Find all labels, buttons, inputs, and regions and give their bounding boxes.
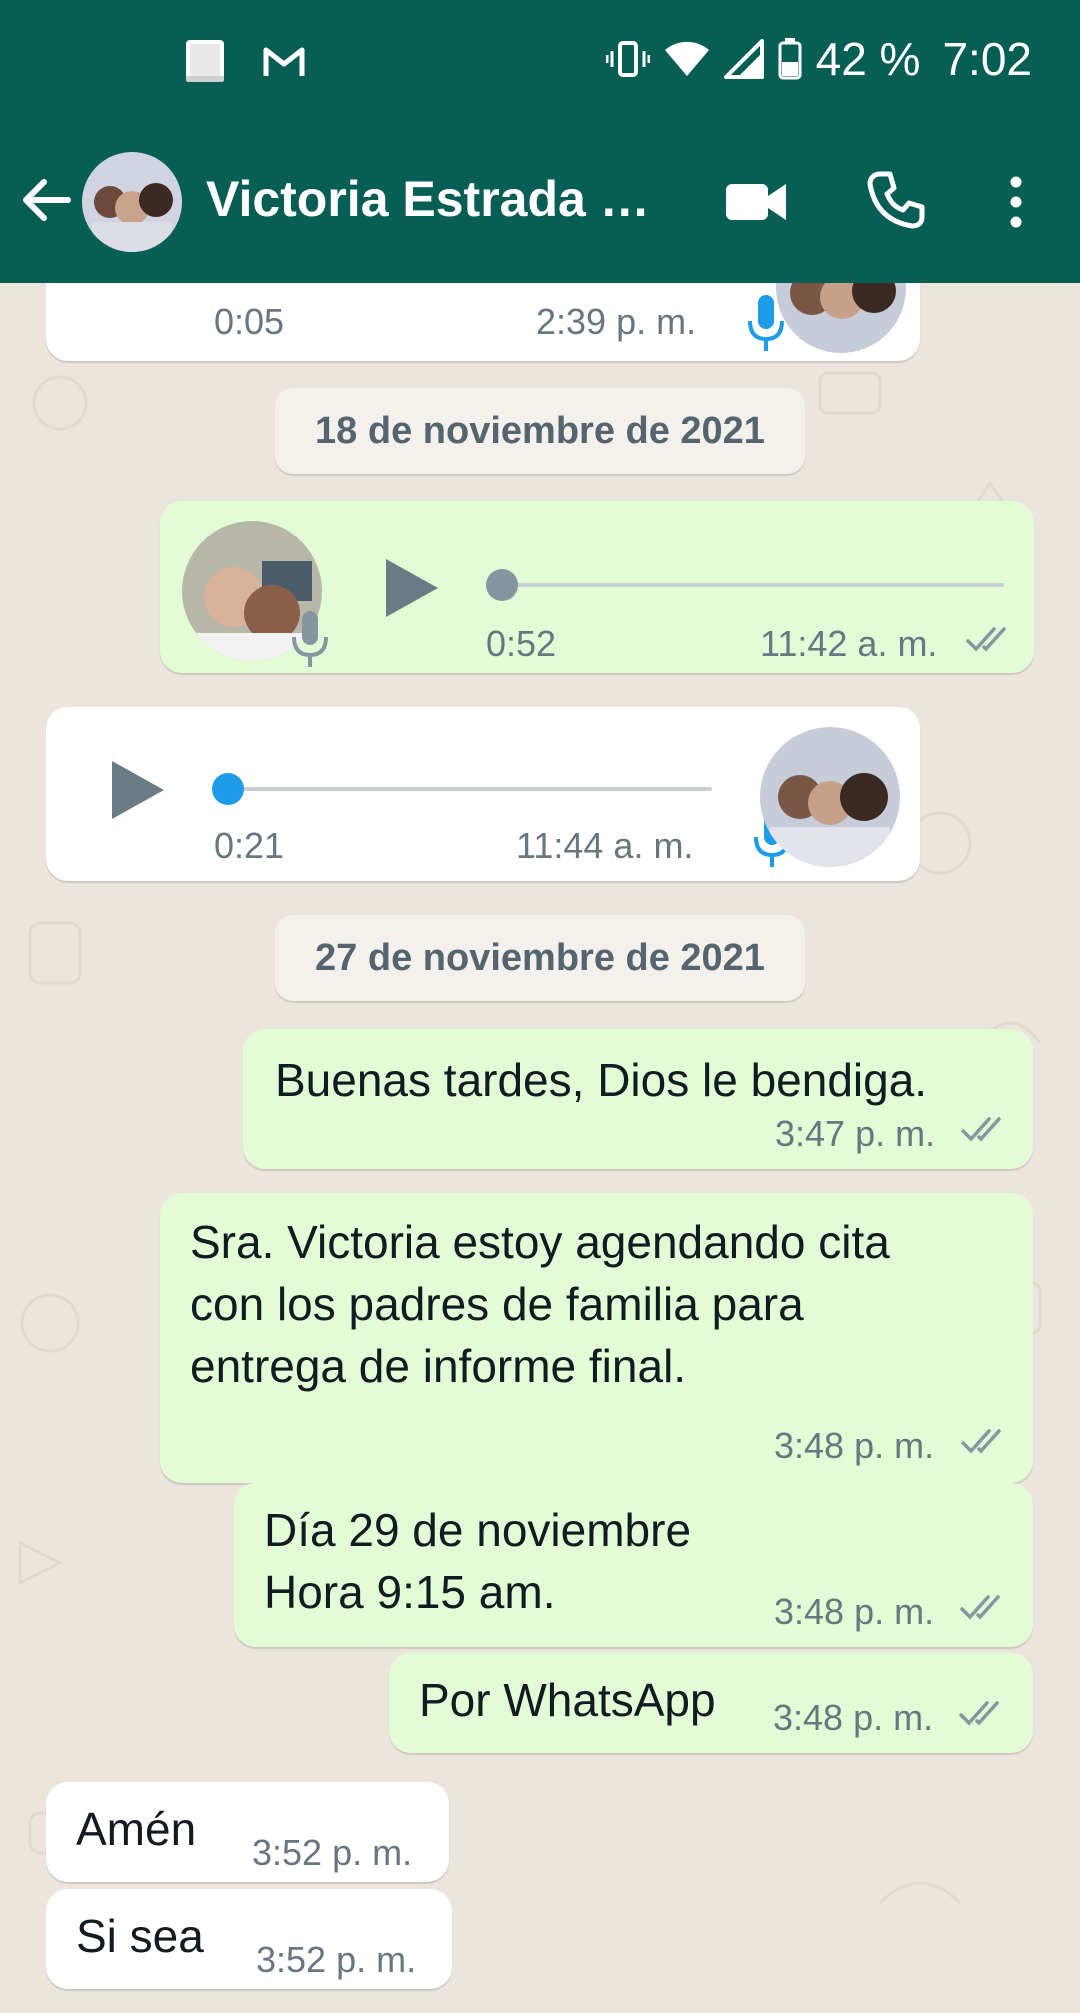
date-separator: 27 de noviembre de 2021 (275, 915, 805, 1001)
message-text: Sra. Victoria estoy agendando cita con l… (190, 1216, 890, 1392)
message-time: 3:48 p. m. (774, 1425, 935, 1466)
clock: 7:02 (942, 33, 1032, 85)
vibrate-icon (605, 41, 650, 77)
sender-avatar (776, 283, 906, 353)
phone-icon[interactable] (866, 170, 926, 230)
message-text: Por WhatsApp (419, 1674, 716, 1726)
chat-header: Victoria Estrada M... (0, 120, 1080, 283)
chat-area[interactable]: 0:05 2:39 p. m. 18 de noviembre de 2021 (0, 283, 1080, 2013)
voice-progress-thumb[interactable] (212, 773, 244, 805)
contact-name[interactable]: Victoria Estrada M... (206, 170, 676, 228)
sender-avatar (760, 727, 900, 867)
voice-progress-track[interactable] (216, 787, 712, 791)
message-time: 3:52 p. m. (256, 1939, 417, 1980)
message-outgoing[interactable]: Día 29 de noviembre Hora 9:15 am. 3:48 p… (234, 1483, 1033, 1647)
more-options-icon[interactable] (998, 172, 1034, 232)
message-text: Si sea (76, 1910, 204, 1962)
status-bar: 42 % 7:02 (0, 0, 1080, 120)
play-icon[interactable] (108, 757, 168, 823)
bible-app-icon (186, 40, 224, 82)
read-ticks-icon (959, 1701, 999, 1726)
message-outgoing[interactable]: Sra. Victoria estoy agendando cita con l… (160, 1193, 1033, 1483)
message-time: 3:48 p. m. (774, 1591, 935, 1632)
message-text: Buenas tardes, Dios le bendiga. (275, 1054, 928, 1106)
message-text: Día 29 de noviembre Hora 9:15 am. (264, 1504, 692, 1618)
voice-progress-track[interactable] (490, 583, 1004, 587)
message-time: 3:47 p. m. (775, 1113, 936, 1154)
voice-duration: 0:52 (486, 623, 557, 664)
message-time: 2:39 p. m. (536, 301, 697, 342)
message-time: 3:48 p. m. (773, 1697, 934, 1738)
voice-message-outgoing[interactable]: 0:52 11:42 a. m. (160, 501, 1034, 673)
message-incoming[interactable]: Amén 3:52 p. m. (46, 1782, 449, 1882)
read-ticks-icon (961, 1429, 1001, 1454)
read-ticks-icon (961, 1117, 1001, 1142)
wifi-icon (664, 41, 709, 76)
read-ticks-icon (960, 1595, 1000, 1620)
message-outgoing[interactable]: Por WhatsApp 3:48 p. m. (389, 1653, 1033, 1753)
mic-icon (292, 611, 328, 667)
voice-message-incoming[interactable]: 0:21 11:44 a. m. (46, 707, 920, 881)
battery-percent: 42 % (815, 33, 921, 85)
battery-icon (778, 38, 802, 80)
voice-duration: 0:05 (214, 301, 285, 342)
message-text: Amén (76, 1803, 197, 1855)
contact-avatar[interactable] (82, 152, 182, 252)
play-icon[interactable] (382, 555, 442, 621)
message-time: 11:42 a. m. (760, 623, 938, 664)
voice-duration: 0:21 (214, 825, 285, 866)
message-incoming[interactable]: Si sea 3:52 p. m. (46, 1889, 452, 1989)
message-time: 11:44 a. m. (516, 825, 694, 866)
voice-progress-thumb[interactable] (486, 569, 518, 601)
back-arrow-icon[interactable] (18, 172, 74, 228)
message-time: 3:52 p. m. (252, 1832, 413, 1873)
voice-message-incoming-partial[interactable]: 0:05 2:39 p. m. (46, 283, 920, 361)
message-outgoing[interactable]: Buenas tardes, Dios le bendiga. 3:47 p. … (243, 1029, 1033, 1169)
date-separator: 18 de noviembre de 2021 (275, 388, 805, 474)
read-ticks-icon (966, 627, 1006, 652)
signal-icon (723, 39, 764, 79)
video-call-icon[interactable] (724, 174, 788, 230)
gmail-icon (263, 47, 305, 76)
